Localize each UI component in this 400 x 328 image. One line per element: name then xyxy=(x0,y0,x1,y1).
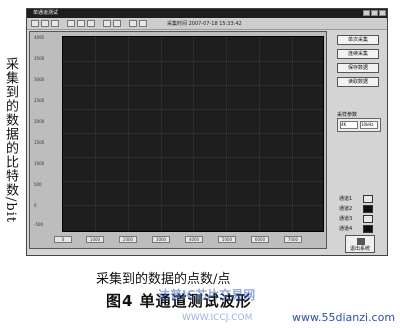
y-tick: 3500 xyxy=(34,56,45,61)
watermark-text: 达普IC芯片交易网 xyxy=(158,288,256,302)
x-tick: 5000 xyxy=(218,236,236,243)
read-data-button[interactable]: 读取数据 xyxy=(337,77,379,87)
toolbar-grid-icon[interactable] xyxy=(103,20,111,27)
y-tick: 3000 xyxy=(34,77,45,82)
x-tick: 3000 xyxy=(152,236,170,243)
x-tick: 1000 xyxy=(86,236,104,243)
sampling-params-title: 采样参数 xyxy=(337,112,358,118)
y-tick: 2000 xyxy=(34,119,45,124)
toolbar-scale-icon[interactable] xyxy=(113,20,121,27)
minimize-button[interactable] xyxy=(363,10,370,16)
window-titlebar: 单通道测试 xyxy=(27,9,387,18)
figure-y-axis-label: 采集到的数据的比特数/bit xyxy=(3,56,18,224)
acquisition-time: 采集时间 2007-07-18 15:33:42 xyxy=(167,21,242,27)
channel-row: 通道2 xyxy=(339,205,383,213)
y-tick: 2500 xyxy=(34,98,45,103)
y-tick: 4095 xyxy=(34,35,45,40)
window-title: 单通道测试 xyxy=(33,10,59,16)
channel-label: 通道1 xyxy=(339,196,353,202)
x-tick: 4000 xyxy=(185,236,203,243)
channel-toggle[interactable] xyxy=(363,225,373,233)
channel-toggle[interactable] xyxy=(363,195,373,203)
channel-toggle[interactable] xyxy=(363,215,373,223)
toolbar-save-icon[interactable] xyxy=(139,20,147,27)
x-tick: 6000 xyxy=(251,236,269,243)
close-button[interactable] xyxy=(379,10,386,16)
y-tick: 1000 xyxy=(34,161,45,166)
channel-label: 通道4 xyxy=(339,226,353,232)
toolbar-run-icon[interactable] xyxy=(31,20,39,27)
channel-label: 通道2 xyxy=(339,206,353,212)
channel-row: 通道1 xyxy=(339,195,383,203)
y-tick: 0 xyxy=(34,203,37,208)
app-window: 单通道测试 采集时间 2007-07-18 15:33:42 4095 3500… xyxy=(26,8,388,256)
x-tick: 0 xyxy=(54,236,72,243)
channel-row: 通道4 xyxy=(339,225,383,233)
site-watermark: www.55dianzi.com xyxy=(292,311,396,324)
sample-count-field[interactable]: 4K xyxy=(340,121,358,129)
maximize-button[interactable] xyxy=(371,10,378,16)
exit-icon xyxy=(357,238,365,245)
sample-rate-field[interactable]: 10kHz xyxy=(360,121,378,129)
watermark-url: WWW.ICCJ.COM xyxy=(182,313,253,323)
x-tick: 7000 xyxy=(284,236,302,243)
waveform-plot-area[interactable] xyxy=(62,36,324,232)
figure-x-axis-label: 采集到的数据的点数/点 xyxy=(96,272,231,287)
channel-label: 通道3 xyxy=(339,216,353,222)
toolbar-pan-icon[interactable] xyxy=(87,20,95,27)
y-tick: 500 xyxy=(34,182,42,187)
toolbar-stop-icon[interactable] xyxy=(41,20,49,27)
exit-button-label: 退出系统 xyxy=(349,246,370,252)
continuous-acquire-button[interactable]: 连续采集 xyxy=(337,49,379,59)
waveform-graph-frame: 4095 3500 3000 2500 2000 1500 1000 500 0… xyxy=(29,31,327,249)
y-tick: 1500 xyxy=(34,140,45,145)
x-tick: 2000 xyxy=(119,236,137,243)
y-tick: -500 xyxy=(34,222,44,227)
exit-button[interactable]: 退出系统 xyxy=(345,235,375,253)
toolbar-zoom-icon[interactable] xyxy=(77,20,85,27)
single-acquire-button[interactable]: 单次采集 xyxy=(337,35,379,45)
sampling-params-box: 4K 10kHz xyxy=(337,118,381,132)
channel-toggle[interactable] xyxy=(363,205,373,213)
toolbar-pause-icon[interactable] xyxy=(51,20,59,27)
toolbar: 采集时间 2007-07-18 15:33:42 xyxy=(27,19,387,30)
toolbar-cursor-icon[interactable] xyxy=(67,20,75,27)
toolbar-print-icon[interactable] xyxy=(129,20,137,27)
save-data-button[interactable]: 保存数据 xyxy=(337,63,379,73)
channel-row: 通道3 xyxy=(339,215,383,223)
